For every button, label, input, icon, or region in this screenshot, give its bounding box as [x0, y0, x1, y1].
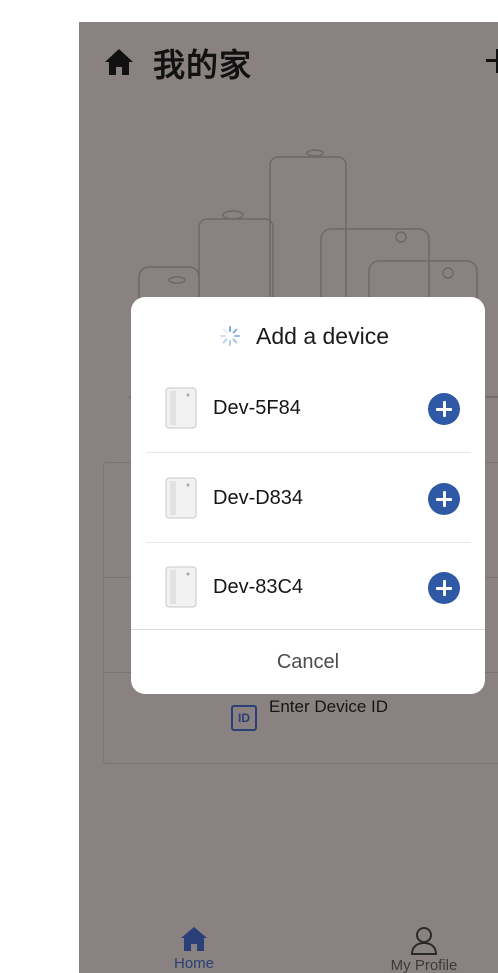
enter-device-id-label: Enter Device ID: [269, 697, 389, 716]
device-list-item[interactable]: Dev-83C4: [146, 544, 471, 632]
row-divider: [146, 542, 471, 543]
add-device-button[interactable]: [428, 483, 460, 515]
plus-icon[interactable]: [483, 46, 498, 76]
add-device-dialog: Add a device Dev-5F84 Dev-D834 Dev-83C4: [131, 297, 485, 694]
tab-home[interactable]: Home: [119, 917, 269, 973]
device-list-item[interactable]: Dev-D834: [146, 455, 471, 543]
tab-my-profile[interactable]: My Profile: [349, 917, 498, 973]
dialog-title: Add a device: [256, 323, 389, 349]
device-name: Dev-5F84: [213, 397, 301, 419]
person-icon: [410, 927, 438, 955]
cancel-button[interactable]: Cancel: [131, 631, 485, 693]
device-list-item[interactable]: Dev-5F84: [146, 365, 471, 453]
device-unit-icon: [165, 387, 197, 429]
dialog-header: Add a device: [131, 317, 485, 357]
add-device-button[interactable]: [428, 393, 460, 425]
device-unit-icon: [165, 477, 197, 519]
device-name: Dev-D834: [213, 487, 304, 509]
loading-spinner-icon: [220, 326, 240, 346]
page-title[interactable]: 我的家: [153, 40, 252, 86]
enter-device-id-button[interactable]: ID Enter Device ID: [231, 697, 431, 737]
dialog-divider: [131, 629, 485, 630]
home-icon[interactable]: [103, 46, 135, 78]
bottom-tab-bar: Home My Profile: [79, 917, 498, 973]
row-divider: [146, 452, 471, 453]
device-unit-icon: [165, 566, 197, 608]
device-name: Dev-83C4: [213, 576, 304, 598]
add-device-button[interactable]: [428, 572, 460, 604]
tab-home-label: Home: [173, 955, 214, 972]
tab-my-profile-label: My Profile: [390, 957, 458, 973]
id-card-icon: ID: [231, 705, 257, 731]
top-bar: 我的家: [79, 22, 498, 102]
home-icon: [181, 927, 207, 951]
